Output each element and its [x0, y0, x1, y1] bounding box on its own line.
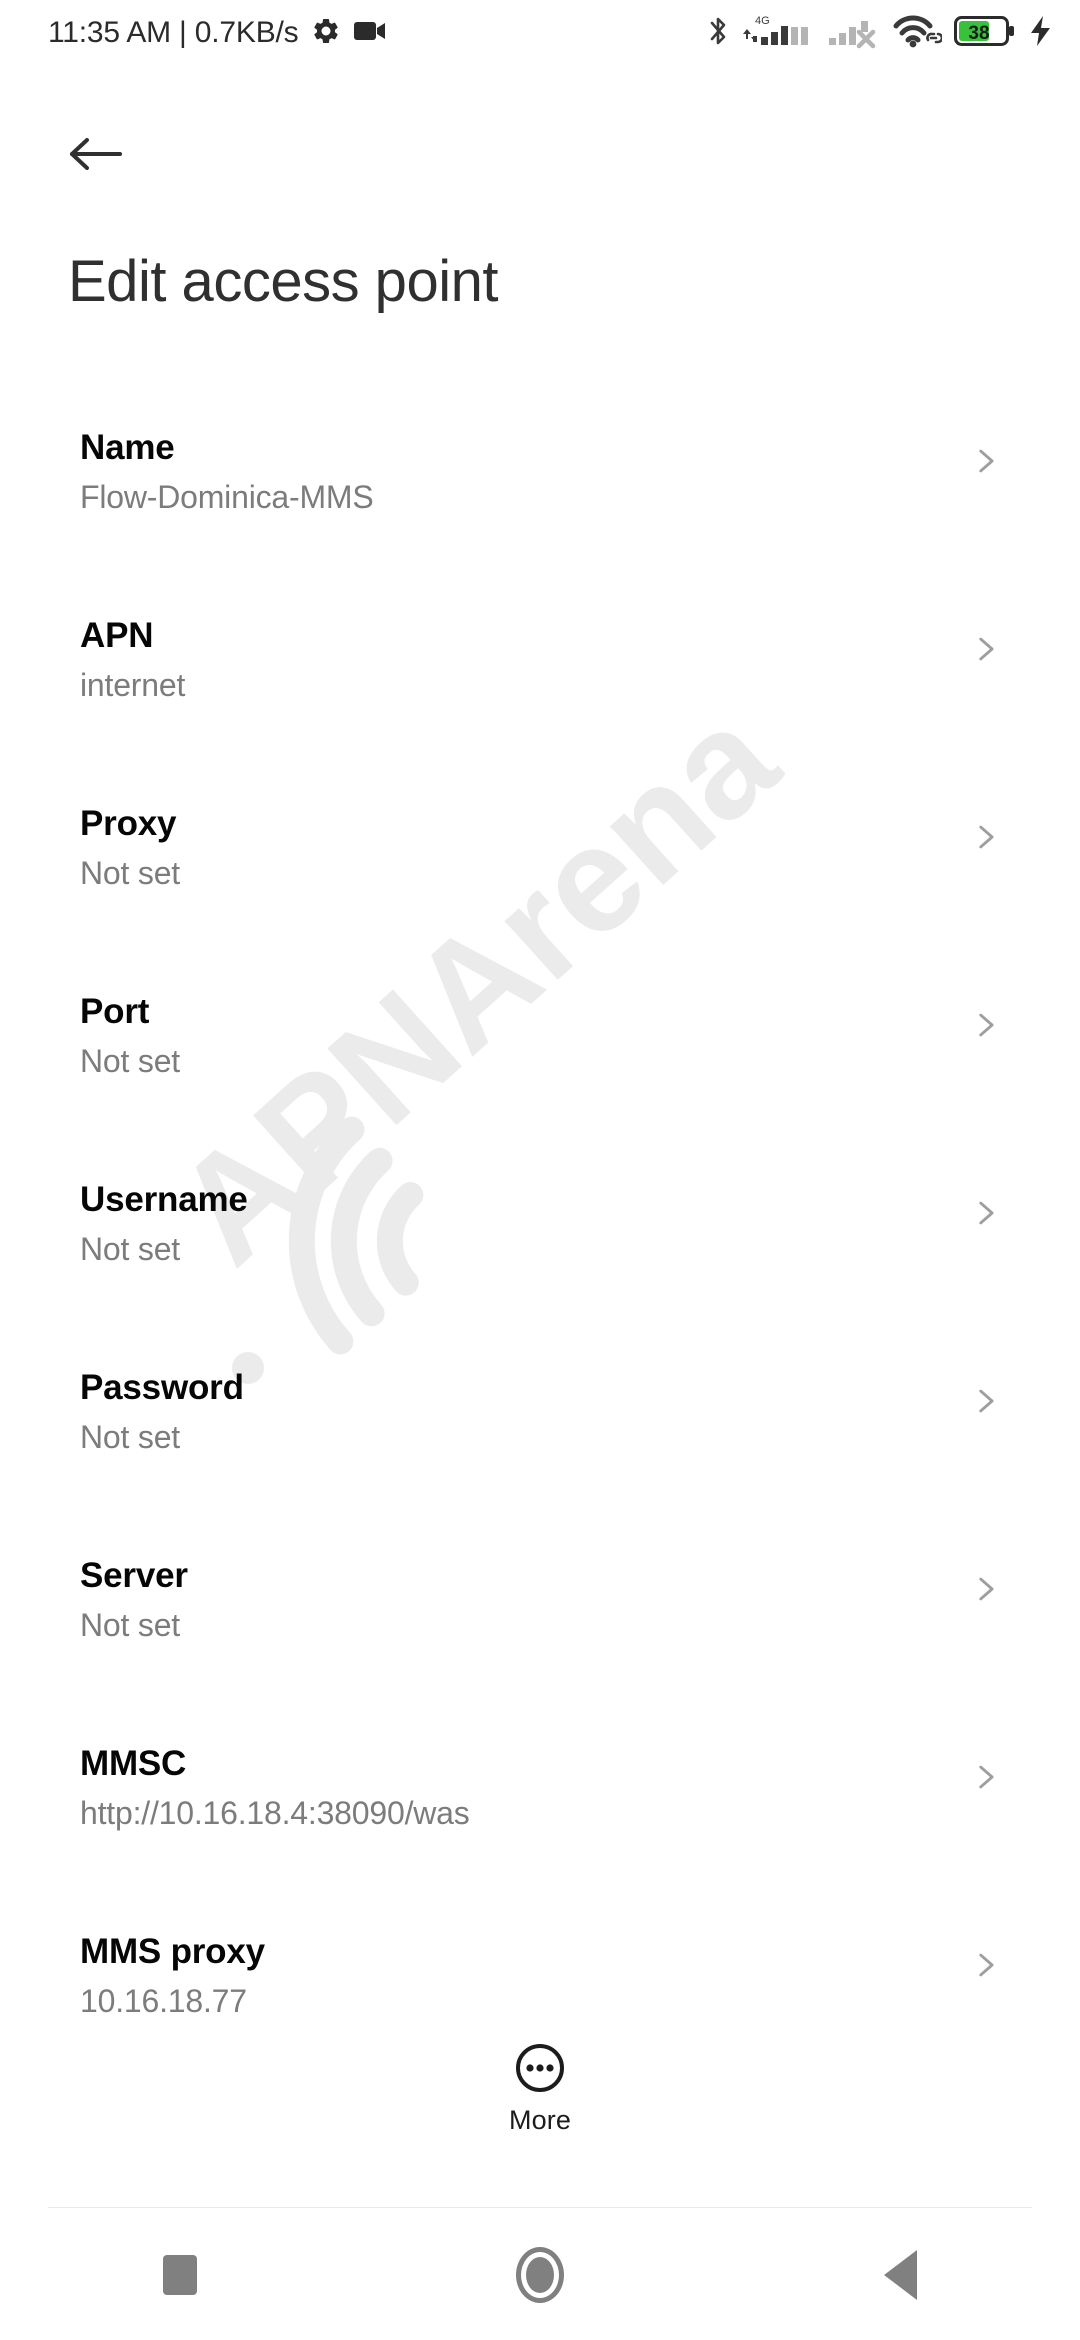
pref-row-apn[interactable]: APN internet: [0, 592, 1080, 780]
pref-value: 10.16.18.77: [80, 1983, 247, 2019]
pref-value: http://10.16.18.4:38090/was: [80, 1795, 470, 1831]
chevron-right-icon: [979, 825, 994, 849]
link-icon: [926, 32, 944, 43]
gear-icon: [311, 16, 341, 51]
status-bar: 11:35 AM | 0.7KB/s 4G 38: [0, 0, 1080, 66]
chevron-right-icon: [979, 1013, 994, 1037]
pref-row-server[interactable]: Server Not set: [0, 1532, 1080, 1720]
pref-title: Username: [80, 1180, 248, 1219]
pref-row-password[interactable]: Password Not set: [0, 1344, 1080, 1532]
pref-value: Not set: [80, 855, 180, 891]
chevron-right-icon: [979, 637, 994, 661]
battery-percent-text: 38: [968, 23, 989, 44]
chevron-right-icon: [979, 1577, 994, 1601]
pref-row-name[interactable]: Name Flow-Dominica-MMS: [0, 404, 1080, 592]
wifi-icon: [892, 12, 944, 55]
chevron-right-icon: [979, 1389, 994, 1413]
charging-bolt-icon: [1028, 14, 1054, 53]
home-circle-icon: [516, 2247, 564, 2303]
more-circle-icon: [516, 2044, 564, 2092]
pref-row-port[interactable]: Port Not set: [0, 968, 1080, 1156]
nav-divider: [48, 2207, 1032, 2208]
app-screen: APNArena 11:35 AM | 0.7KB/s 4G 38 Edit a…: [0, 0, 1080, 2340]
arrow-left-icon: [70, 138, 122, 170]
access-point-settings-list: Name Flow-Dominica-MMS APN internet Prox…: [0, 404, 1080, 2096]
video-camera-icon: [354, 18, 386, 49]
pref-value: Not set: [80, 1231, 180, 1267]
status-bar-right: 4G 38: [706, 12, 1054, 55]
pref-title: MMSC: [80, 1744, 187, 1783]
pref-title: Name: [80, 428, 175, 467]
pref-value: Not set: [80, 1043, 180, 1079]
pref-title: Password: [80, 1368, 244, 1407]
pref-title: Port: [80, 992, 150, 1031]
chevron-right-icon: [979, 1201, 994, 1225]
pref-row-mmsc[interactable]: MMSC http://10.16.18.4:38090/was: [0, 1720, 1080, 1908]
signal-bars-no-service-icon: [828, 12, 880, 55]
pref-title: Proxy: [80, 804, 177, 843]
status-bar-left: 11:35 AM | 0.7KB/s: [48, 16, 386, 51]
bluetooth-icon: [706, 14, 730, 53]
pref-value: Flow-Dominica-MMS: [80, 479, 374, 515]
pref-row-username[interactable]: Username Not set: [0, 1156, 1080, 1344]
page-title: Edit access point: [68, 249, 498, 314]
pref-row-proxy[interactable]: Proxy Not set: [0, 780, 1080, 968]
pref-value: internet: [80, 667, 186, 703]
pref-title: MMS proxy: [80, 1932, 265, 1971]
more-button-label: More: [509, 2105, 571, 2135]
chevron-right-icon: [979, 449, 994, 473]
svg-text:4G: 4G: [755, 15, 770, 27]
status-clock-and-network-speed: 11:35 AM | 0.7KB/s: [48, 16, 299, 49]
chevron-right-icon: [979, 1765, 994, 1789]
nav-recents-button[interactable]: [0, 2210, 360, 2340]
nav-back-button[interactable]: [720, 2210, 1080, 2340]
pref-title: Server: [80, 1556, 188, 1595]
more-button[interactable]: More: [0, 2042, 1080, 2136]
pref-value: Not set: [80, 1607, 180, 1643]
back-button[interactable]: [60, 118, 132, 190]
signal-bars-icon: 4G: [742, 12, 816, 55]
system-navigation-bar: [0, 2210, 1080, 2340]
battery-icon: 38: [954, 14, 1016, 53]
recents-square-icon: [163, 2255, 197, 2295]
pref-value: Not set: [80, 1419, 180, 1455]
nav-home-button[interactable]: [360, 2210, 720, 2340]
chevron-right-icon: [979, 1953, 994, 1977]
pref-title: APN: [80, 616, 154, 655]
back-triangle-icon: [883, 2250, 917, 2300]
